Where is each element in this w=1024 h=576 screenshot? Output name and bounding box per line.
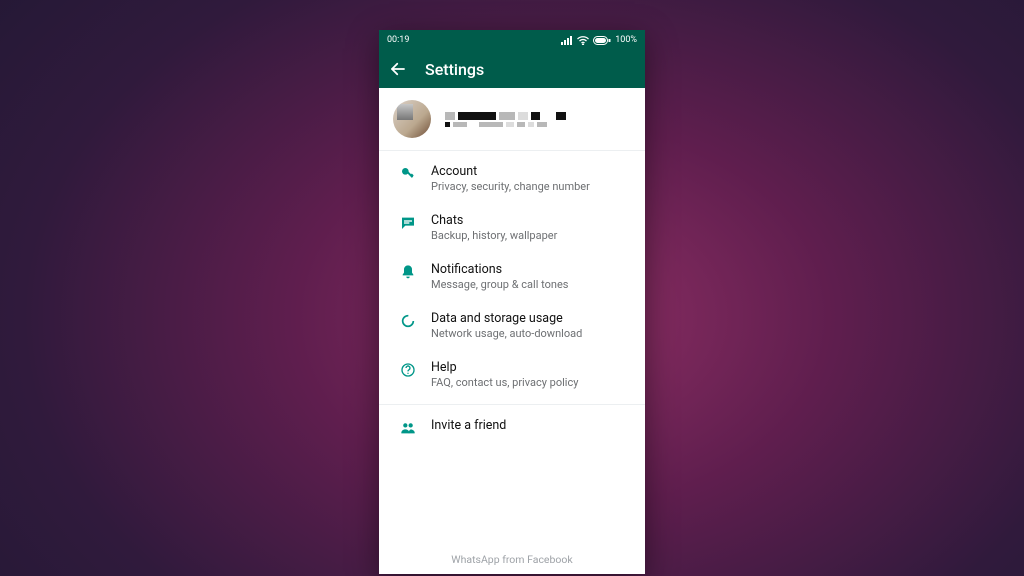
item-chats-title: Chats [431,213,557,228]
signal-icon [561,36,573,45]
item-chats-sub: Backup, history, wallpaper [431,229,557,242]
data-usage-icon [393,313,423,329]
statusbar: 00:19 100% [379,30,645,50]
item-data-title: Data and storage usage [431,311,582,326]
item-invite[interactable]: Invite a friend [379,409,645,447]
avatar [393,100,431,138]
profile-text [445,110,631,129]
footer-text: WhatsApp from Facebook [379,543,645,574]
status-battery-pct: 100% [615,35,637,45]
page-title: Settings [425,60,484,79]
item-help[interactable]: Help FAQ, contact us, privacy policy [379,351,645,400]
status-time: 00:19 [387,35,409,45]
key-icon [393,166,423,182]
item-invite-title: Invite a friend [431,418,506,433]
item-account-sub: Privacy, security, change number [431,180,590,193]
appbar: Settings [379,50,645,88]
battery-icon [593,36,611,45]
item-data-usage[interactable]: Data and storage usage Network usage, au… [379,302,645,351]
chat-icon [393,215,423,231]
settings-list: Account Privacy, security, change number… [379,151,645,405]
item-notifications[interactable]: Notifications Message, group & call tone… [379,253,645,302]
profile-row[interactable] [379,88,645,151]
item-account[interactable]: Account Privacy, security, change number [379,155,645,204]
phone-frame: 00:19 100% Settings [379,30,645,574]
item-notifications-title: Notifications [431,262,568,277]
item-notifications-sub: Message, group & call tones [431,278,568,291]
back-button[interactable] [389,60,411,78]
item-help-title: Help [431,360,578,375]
bell-icon [393,264,423,280]
item-chats[interactable]: Chats Backup, history, wallpaper [379,204,645,253]
help-icon [393,362,423,378]
item-account-title: Account [431,164,590,179]
wifi-icon [577,36,589,45]
people-icon [393,420,423,436]
item-data-sub: Network usage, auto-download [431,327,582,340]
settings-list-2: Invite a friend [379,405,645,451]
item-help-sub: FAQ, contact us, privacy policy [431,376,578,389]
